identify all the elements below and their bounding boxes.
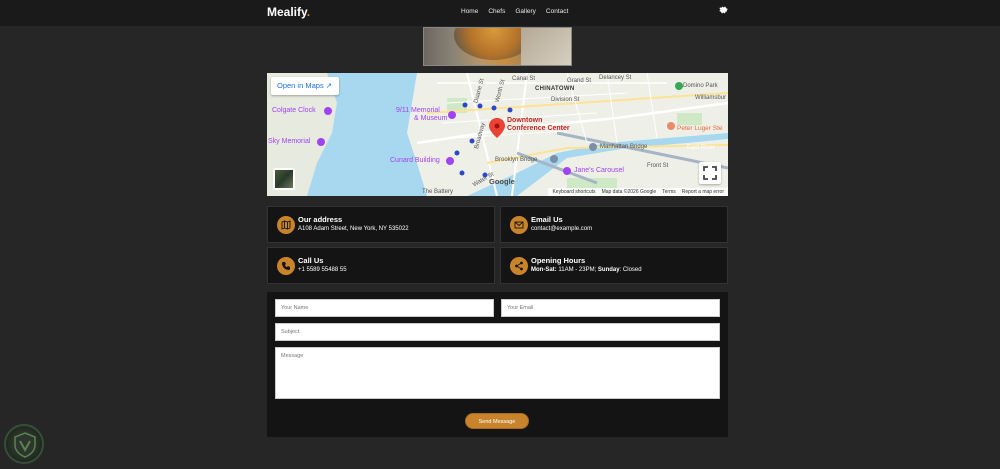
logo-text: Mealify [267,5,307,19]
map-label-delancey: Delancey St [599,75,632,81]
contact-form: Your Name Your Email Subject Message Sen… [267,292,728,437]
phone-text[interactable]: +1 5589 55488 55 [298,267,347,273]
map-label-memorial: 9/11 Memorial [396,107,440,114]
map-label-cunard: Cunard Building [390,157,440,164]
map-label-brooklyn-bridge: Brooklyn Bridge [495,157,538,163]
map-label-grand: Grand St [567,78,592,84]
hours-card: Opening Hours Mon-Sat: 11AM - 23PM; Sund… [500,247,728,284]
share-icon [510,257,528,275]
map-label-canal: Canal St [512,76,536,82]
header-inner: Mealify. Home Chefs Gallery Contact [267,0,728,26]
map-satellite-toggle[interactable] [273,168,295,190]
map-embed[interactable]: Open in Maps ↗ CHINATOWN 9/11 Memorial &… [267,73,728,196]
email-text[interactable]: contact@example.com [531,226,592,232]
hours-weekday-value: 11AM - 23PM; [556,267,598,273]
fullscreen-icon [703,166,717,180]
map-label-division: Division St [551,97,580,103]
name-input[interactable]: Your Name [275,299,494,317]
address-title: Our address [298,215,343,224]
main-nav: Home Chefs Gallery Contact [461,8,568,15]
map-label-sky: Sky Memorial [268,138,311,145]
logo-dot: . [306,5,311,19]
email-title: Email Us [531,215,563,224]
fullscreen-button[interactable] [699,162,721,184]
open-in-maps-button[interactable]: Open in Maps ↗ [271,77,339,95]
map-label-battery: The Battery [422,189,454,195]
shield-logo-badge[interactable] [4,424,44,464]
send-message-button[interactable]: Send Message [465,413,529,429]
terms-link[interactable]: Terms [662,189,676,195]
address-card: Our address A108 Adam Street, New York, … [267,206,495,243]
map-label-downtown[interactable]: Downtown [507,117,542,124]
logo[interactable]: Mealify. [267,5,310,19]
hours-sunday-value: : Closed [619,267,642,273]
map-label-janes: Jane's Carousel [574,167,624,174]
site-header: Mealify. Home Chefs Gallery Contact [0,0,1000,26]
nav-contact[interactable]: Contact [546,8,568,15]
map-data-text: Map data ©2026 Google [601,189,657,195]
map-footer: Keyboard shortcuts Map data ©2026 Google… [548,188,728,196]
food-cloth [521,28,571,65]
external-link-icon: ↗ [325,81,333,90]
open-in-maps-label: Open in Maps [277,81,324,90]
gear-icon[interactable] [718,5,728,15]
hours-weekday-label: Mon-Sat: [531,267,557,273]
phone-card: Call Us +1 5589 55488 55 [267,247,495,284]
hours-sunday-label: Sunday [597,267,620,273]
map-label-domino: Domino Park [683,83,718,89]
email-card: Email Us contact@example.com [500,206,728,243]
hours-title: Opening Hours [531,256,586,265]
subject-input[interactable]: Subject [275,323,720,341]
map-label-conference[interactable]: Conference Center [507,125,570,132]
nav-chefs[interactable]: Chefs [488,8,505,15]
map-label-front: Front St [647,163,669,169]
map-label-museum: & Museum [414,115,448,122]
address-text: A108 Adam Street, New York, NY 535022 [298,226,409,232]
food-image [423,27,572,66]
phone-icon [277,257,295,275]
keyboard-shortcuts-link[interactable]: Keyboard shortcuts [552,189,595,195]
report-map-error-link[interactable]: Report a map error [682,189,724,195]
map-label-peter-luger: Peter Luger Ste [677,125,723,132]
hours-text: Mon-Sat: 11AM - 23PM; Sunday: Closed [531,267,642,273]
map-label-east-river: East River [687,145,715,151]
nav-home[interactable]: Home [461,8,478,15]
map-label-chinatown: CHINATOWN [535,86,575,92]
map-label-williamsburg: Williamsbur [695,95,727,101]
phone-title: Call Us [298,256,324,265]
map-label-manhattan-bridge: Manhattan Bridge [600,144,648,150]
message-textarea[interactable]: Message [275,347,720,399]
email-input[interactable]: Your Email [501,299,720,317]
map-icon [277,216,295,234]
envelope-icon [510,216,528,234]
shield-icon [14,432,36,458]
nav-gallery[interactable]: Gallery [515,8,536,15]
google-logo: Google [489,177,515,186]
map-label-colgate: Colgate Clock [272,107,316,114]
